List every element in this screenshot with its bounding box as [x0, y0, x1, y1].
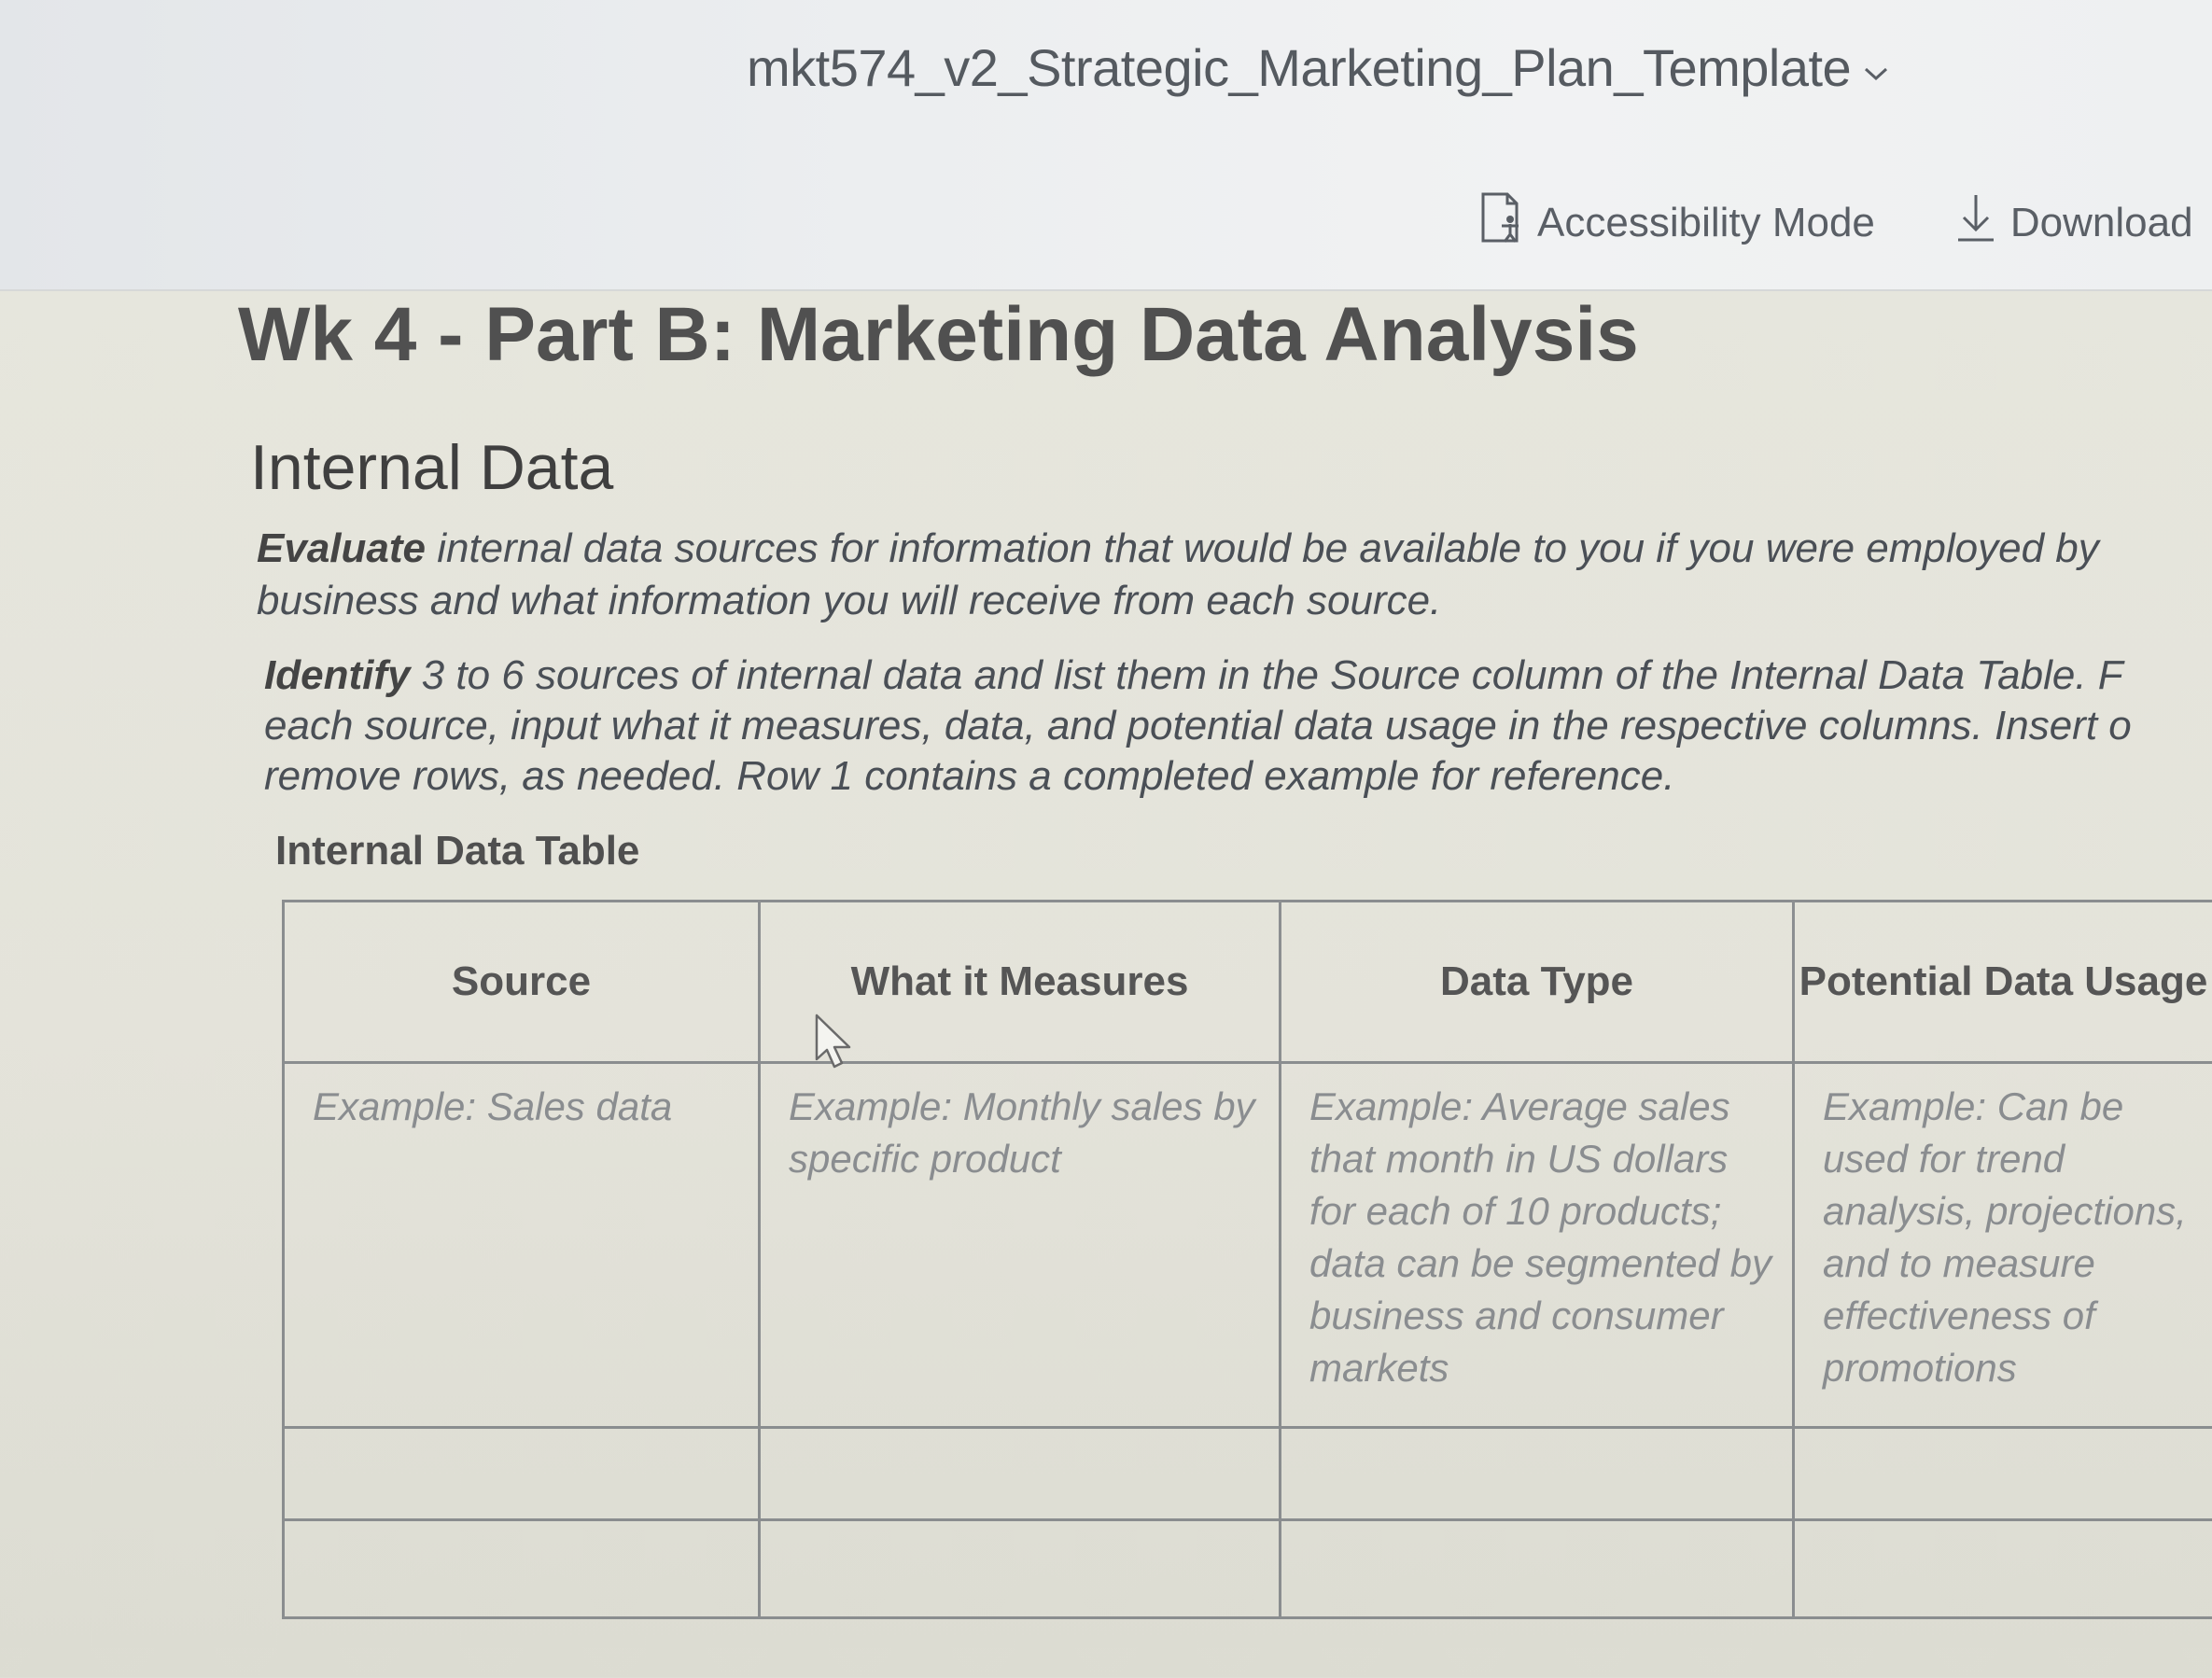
table-header-row: Source What it Measures Data Type Potent…	[282, 900, 2212, 1064]
download-button[interactable]: Download	[1954, 191, 2193, 254]
evaluate-text-line-1: internal data sources for information th…	[425, 525, 2099, 571]
chevron-down-icon	[1862, 35, 1890, 95]
table-row	[282, 1518, 2212, 1619]
table-caption: Internal Data Table	[275, 828, 640, 874]
identify-text-line-1: 3 to 6 sources of internal data and list…	[410, 652, 2123, 698]
download-label: Download	[2009, 199, 2193, 245]
document-title-dropdown[interactable]: mkt574_v2_Strategic_Marketing_Plan_Templ…	[747, 37, 1890, 103]
table-cell[interactable]	[282, 1426, 761, 1521]
toolbar: Accessibility Mode Download	[1479, 191, 2193, 254]
table-cell[interactable]	[1279, 1518, 1795, 1619]
document-title: mkt574_v2_Strategic_Marketing_Plan_Templ…	[747, 38, 1852, 97]
identify-text-line-3: remove rows, as needed. Row 1 contains a…	[264, 753, 1675, 799]
table-cell[interactable]	[282, 1518, 761, 1619]
identify-text-line-2: each source, input what it measures, dat…	[264, 703, 2132, 748]
example-measures-cell[interactable]: Example: Monthly sales by specific produ…	[758, 1061, 1281, 1429]
app-header: mkt574_v2_Strategic_Marketing_Plan_Templ…	[0, 0, 2212, 291]
accessibility-mode-button[interactable]: Accessibility Mode	[1479, 191, 1875, 254]
table-cell[interactable]	[1279, 1426, 1795, 1521]
download-arrow-icon	[1954, 191, 1997, 254]
evaluate-text-line-2: business and what information you will r…	[257, 578, 1442, 623]
table-cell[interactable]	[758, 1518, 1281, 1619]
example-usage-cell[interactable]: Example: Can be used for trend analysis,…	[1792, 1061, 2212, 1429]
accessibility-document-icon	[1479, 191, 1524, 254]
identify-instructions: Identify 3 to 6 sources of internal data…	[264, 650, 2212, 802]
document-page: Wk 4 - Part B: Marketing Data Analysis I…	[0, 291, 2212, 1678]
example-data-type-cell[interactable]: Example: Average sales that month in US …	[1279, 1061, 1795, 1429]
section-heading: Internal Data	[250, 432, 614, 503]
internal-data-table: Source What it Measures Data Type Potent…	[282, 900, 2212, 1619]
column-header-potential-data-usage[interactable]: Potential Data Usage	[1792, 900, 2212, 1064]
evaluate-instructions: Evaluate internal data sources for infor…	[257, 523, 2212, 627]
column-header-data-type[interactable]: Data Type	[1279, 900, 1795, 1064]
table-cell[interactable]	[1792, 1518, 2212, 1619]
accessibility-mode-label: Accessibility Mode	[1537, 199, 1875, 245]
page-heading: Wk 4 - Part B: Marketing Data Analysis	[238, 292, 1639, 377]
identify-lead: Identify	[264, 652, 411, 698]
table-row	[282, 1426, 2212, 1521]
column-header-source[interactable]: Source	[282, 900, 761, 1064]
table-cell[interactable]	[1792, 1426, 2212, 1521]
table-cell[interactable]	[758, 1426, 1281, 1521]
example-source-cell[interactable]: Example: Sales data	[282, 1061, 761, 1429]
evaluate-lead: Evaluate	[257, 525, 426, 571]
mouse-pointer-icon	[814, 1013, 855, 1077]
table-row-example: Example: Sales data Example: Monthly sal…	[282, 1061, 2212, 1429]
